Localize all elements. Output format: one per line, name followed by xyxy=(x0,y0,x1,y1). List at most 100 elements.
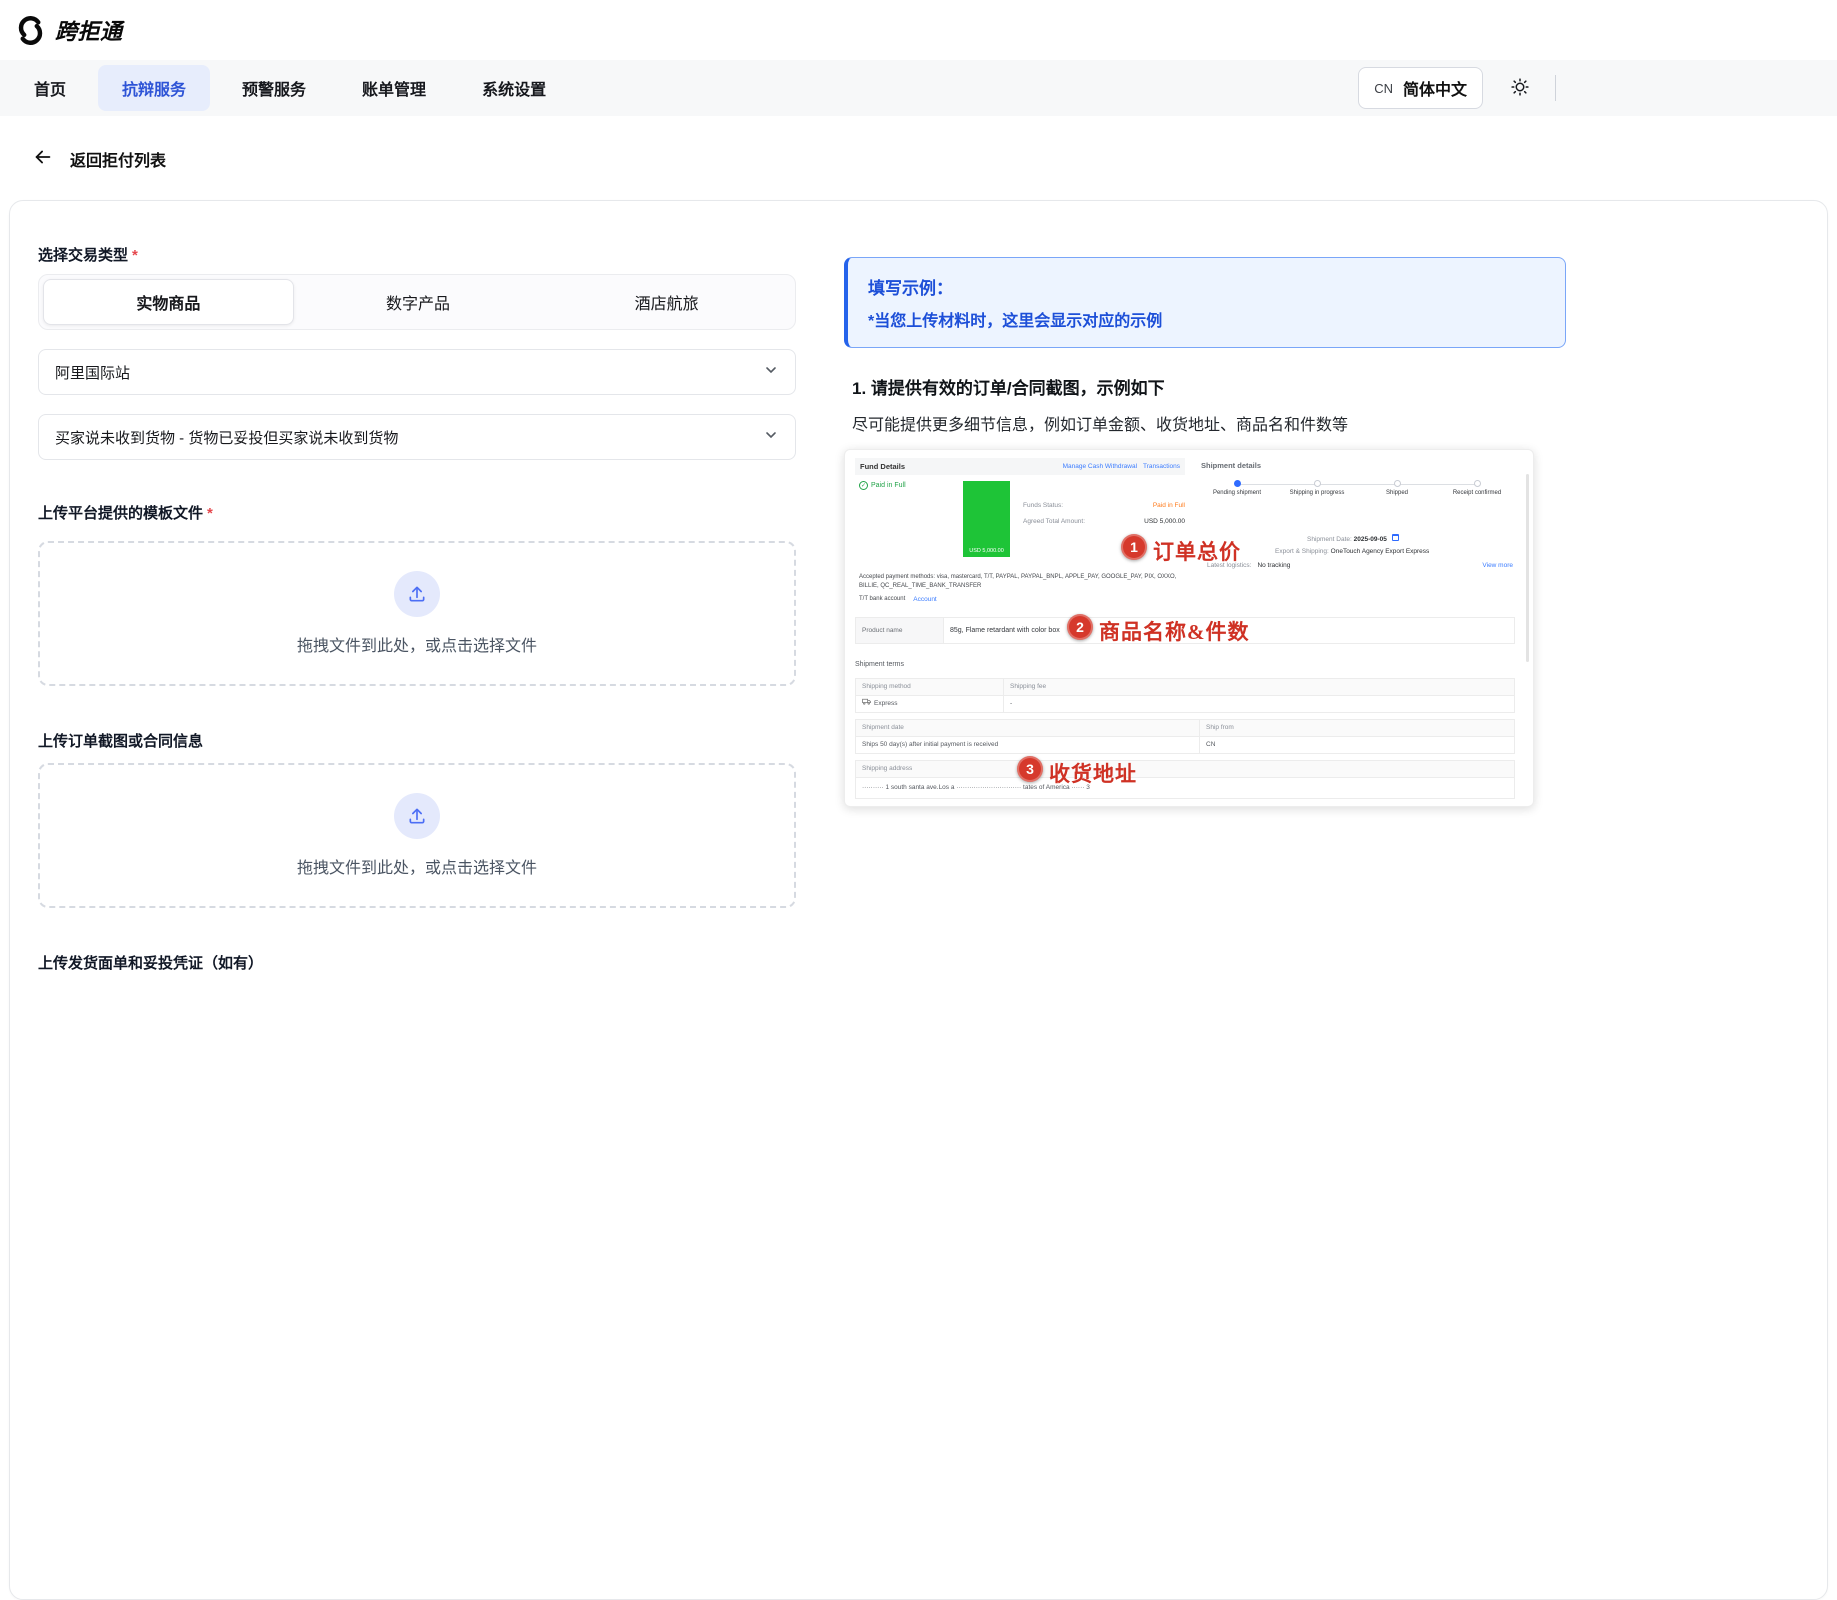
annotation-1-text: 订单总价 xyxy=(1153,536,1241,566)
theme-toggle-button[interactable] xyxy=(1499,67,1541,109)
step-dot xyxy=(1474,480,1481,487)
latest-logistics-row: Latest logistics: No tracking View more xyxy=(1207,562,1513,569)
step-dot-active xyxy=(1234,480,1241,487)
funds-status-block: Funds Status: Paid in Full Agreed Total … xyxy=(1023,502,1185,534)
view-more-link: View more xyxy=(1482,562,1513,569)
transaction-type-segmented: 实物商品 数字产品 酒店航旅 xyxy=(38,274,796,330)
amount-bar: USD 5,000.00 xyxy=(963,481,1010,557)
mini-scrollbar xyxy=(1526,474,1529,662)
required-asterisk: * xyxy=(132,247,138,264)
step-shipping-in-progress: Shipping in progress xyxy=(1277,480,1357,498)
funds-status-label: Funds Status: xyxy=(1023,502,1063,509)
fund-details-title: Fund Details xyxy=(860,462,905,471)
language-selector-button[interactable]: CN 简体中文 xyxy=(1358,67,1483,109)
calendar-icon xyxy=(1392,534,1399,541)
agreed-amount-label: Agreed Total Amount: xyxy=(1023,518,1085,525)
step-shipped: Shipped xyxy=(1357,480,1437,498)
annotation-2-badge: 2 xyxy=(1067,614,1093,640)
segment-hotel-travel[interactable]: 酒店航旅 xyxy=(542,279,791,325)
step-dot xyxy=(1394,480,1401,487)
annotation-3-badge: 3 xyxy=(1017,756,1043,782)
segment-digital-products[interactable]: 数字产品 xyxy=(294,279,543,325)
table-header-row: Shipping method Shipping fee xyxy=(855,678,1515,696)
step-receipt-confirmed: Receipt confirmed xyxy=(1437,480,1517,498)
tt-bank-account-label: T/T bank account xyxy=(859,596,905,603)
annotation-2-text: 商品名称&件数 xyxy=(1099,616,1250,646)
nav-inner: 首页 抗辩服务 预警服务 账单管理 系统设置 CN 简体中文 xyxy=(0,65,1566,111)
funds-status-value: Paid in Full xyxy=(1153,502,1185,509)
dispute-reason-select-value: 买家说未收到货物 - 货物已妥投但买家说未收到货物 xyxy=(55,427,398,448)
upload-hint: 拖拽文件到此处，或点击选择文件 xyxy=(297,854,537,878)
language-label: 简体中文 xyxy=(1403,76,1467,100)
order-screenshot-dropzone[interactable]: 拖拽文件到此处，或点击选择文件 xyxy=(38,763,796,908)
upload-order-label: 上传订单截图或合同信息 xyxy=(38,730,796,751)
payment-methods-line1: Accepted payment methods: visa, masterca… xyxy=(859,574,1189,580)
fund-details-links: Manage Cash Withdrawal Transactions xyxy=(1063,463,1180,470)
back-link-label[interactable]: 返回拒付列表 xyxy=(70,147,166,171)
shipment-details-title: Shipment details xyxy=(1201,461,1261,470)
example-column: 填写示例： *当您上传材料时，这里会显示对应的示例 1. 请提供有效的订单/合同… xyxy=(844,257,1566,807)
account-link: Account xyxy=(913,596,937,603)
transaction-type-label: 选择交易类型 * xyxy=(38,244,796,265)
platform-select-value: 阿里国际站 xyxy=(55,362,130,383)
manage-cash-withdrawal-link: Manage Cash Withdrawal xyxy=(1063,463,1137,470)
language-code: CN xyxy=(1374,81,1393,96)
table-row-address: ·········· 1 south santa ave.Los a ·····… xyxy=(855,777,1515,799)
template-file-dropzone[interactable]: 拖拽文件到此处，或点击选择文件 xyxy=(38,541,796,686)
payment-methods-line2: BILLIE, QC_REAL_TIME_BANK_TRANSFER xyxy=(859,583,1189,589)
upload-template-label-text: 上传平台提供的模板文件 xyxy=(38,502,203,523)
main-nav: 首页 抗辩服务 预警服务 账单管理 系统设置 CN 简体中文 xyxy=(0,60,1837,116)
agreed-amount-value: USD 5,000.00 xyxy=(1144,518,1185,525)
form-column: 选择交易类型 * 实物商品 数字产品 酒店航旅 阿里国际站 买家说未收到货物 -… xyxy=(38,237,796,973)
table-row: Ships 50 day(s) after initial payment is… xyxy=(855,736,1515,754)
step-pending-shipment: Pending shipment xyxy=(1197,480,1277,498)
amount-bar-label: USD 5,000.00 xyxy=(963,548,1010,554)
annotation-3-text: 收货地址 xyxy=(1049,758,1137,788)
fund-details-header: Fund Details Manage Cash Withdrawal Tran… xyxy=(855,458,1185,475)
step-dot xyxy=(1314,480,1321,487)
nav-divider xyxy=(1555,75,1556,101)
brand-name: 跨拒通 xyxy=(55,14,123,46)
table-header-row: Shipment date Ship from xyxy=(855,719,1515,737)
transaction-type-label-text: 选择交易类型 xyxy=(38,244,128,265)
truck-icon xyxy=(862,696,871,712)
back-button[interactable] xyxy=(32,146,54,171)
back-row: 返回拒付列表 xyxy=(0,116,1837,185)
transactions-link: Transactions xyxy=(1143,463,1180,470)
example-notice: 填写示例： *当您上传材料时，这里会显示对应的示例 xyxy=(844,257,1566,348)
paid-in-full-badge: ✓ Paid in Full xyxy=(859,481,906,490)
upload-icon xyxy=(394,793,440,839)
tt-bank-account-row: T/T bank account Account xyxy=(859,596,937,603)
paid-in-full-text: Paid in Full xyxy=(871,482,906,489)
export-shipping-row: Export & Shipping: OneTouch Agency Expor… xyxy=(1275,548,1429,555)
example-step-description: 尽可能提供更多细节信息，例如订单金额、收货地址、商品名和件数等 xyxy=(852,411,1566,435)
dispute-reason-select[interactable]: 买家说未收到货物 - 货物已妥投但买家说未收到货物 xyxy=(38,414,796,460)
upload-proof-label: 上传发货面单和妥投凭证（如有） xyxy=(38,952,796,973)
tab-settings[interactable]: 系统设置 xyxy=(458,65,570,111)
platform-select[interactable]: 阿里国际站 xyxy=(38,349,796,395)
required-asterisk: * xyxy=(207,505,213,522)
example-notice-title: 填写示例： xyxy=(868,274,1545,299)
brand-logo-icon xyxy=(15,15,46,46)
tab-dispute-service[interactable]: 抗辩服务 xyxy=(98,65,210,111)
annotation-1-badge: 1 xyxy=(1121,534,1147,560)
dispute-form-card: 选择交易类型 * 实物商品 数字产品 酒店航旅 阿里国际站 买家说未收到货物 -… xyxy=(9,200,1828,1600)
app-root: 跨拒通 首页 抗辩服务 预警服务 账单管理 系统设置 CN 简体中文 xyxy=(0,0,1837,185)
upload-hint: 拖拽文件到此处，或点击选择文件 xyxy=(297,632,537,656)
upload-template-label: 上传平台提供的模板文件 * xyxy=(38,502,796,523)
table-header-row: Shipping address xyxy=(855,760,1515,778)
upload-icon xyxy=(394,571,440,617)
table-row: Express - xyxy=(855,695,1515,713)
example-screenshot: Fund Details Manage Cash Withdrawal Tran… xyxy=(844,449,1534,807)
tab-billing[interactable]: 账单管理 xyxy=(338,65,450,111)
example-step-title: 1. 请提供有效的订单/合同截图，示例如下 xyxy=(852,374,1566,399)
check-circle-icon: ✓ xyxy=(859,481,868,490)
chevron-down-icon xyxy=(763,362,779,382)
tab-home[interactable]: 首页 xyxy=(10,65,90,111)
tab-warning-service[interactable]: 预警服务 xyxy=(218,65,330,111)
top-header: 跨拒通 xyxy=(0,0,1837,60)
segment-physical-goods[interactable]: 实物商品 xyxy=(43,279,294,325)
arrow-left-icon xyxy=(32,146,54,171)
chevron-down-icon xyxy=(763,427,779,447)
example-notice-subtitle: *当您上传材料时，这里会显示对应的示例 xyxy=(868,307,1545,331)
